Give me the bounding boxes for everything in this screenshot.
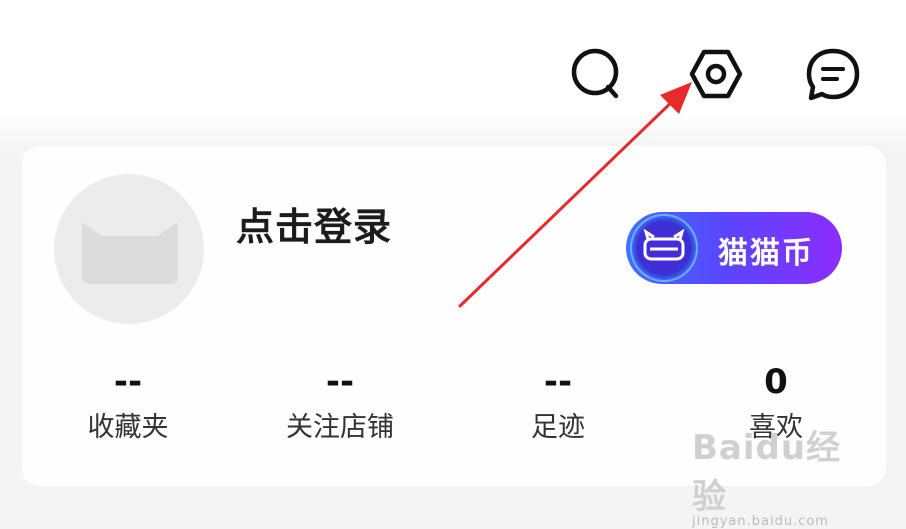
watermark-logo: Baidu经验 [692, 428, 842, 517]
stat-value: 0 [764, 362, 788, 402]
stat-label: 足迹 [531, 412, 585, 443]
stat-value: -- [543, 362, 573, 402]
stat-followed-shops[interactable]: -- 关注店铺 [240, 360, 440, 446]
stat-favorites[interactable]: -- 收藏夹 [28, 360, 228, 446]
stat-value: -- [113, 362, 143, 402]
stat-footprints[interactable]: -- 足迹 [458, 360, 658, 446]
cat-coin-icon [630, 214, 698, 282]
message-icon[interactable] [804, 46, 862, 104]
search-icon[interactable] [568, 46, 624, 102]
avatar[interactable] [54, 174, 204, 324]
stat-label: 关注店铺 [286, 412, 394, 443]
login-prompt[interactable]: 点击登录 [236, 196, 392, 251]
tmall-cat-avatar-icon [82, 222, 178, 284]
baidu-watermark: Baidu经验 jingyan.baidu.com [692, 420, 872, 529]
top-bar [0, 0, 906, 150]
settings-icon[interactable] [688, 46, 744, 102]
stat-label: 收藏夹 [87, 412, 169, 443]
cat-coin-button[interactable]: 猫猫币 [626, 212, 842, 284]
stat-value: -- [325, 362, 355, 402]
watermark-url: jingyan.baidu.com [692, 514, 829, 529]
cat-coin-label: 猫猫币 [718, 236, 814, 271]
